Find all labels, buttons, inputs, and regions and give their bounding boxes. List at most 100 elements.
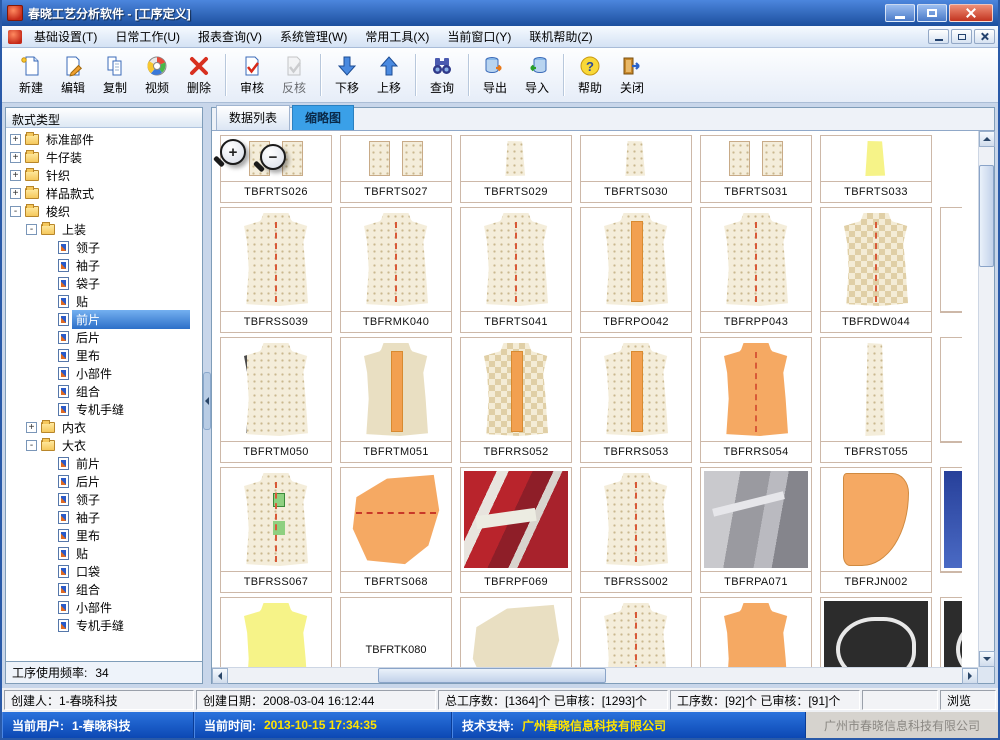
close-button[interactable] (949, 4, 993, 22)
toolbar-button-new[interactable]: 新建 (10, 51, 52, 99)
horizontal-scroll-track[interactable] (228, 668, 962, 683)
thumbnail-partial[interactable] (816, 595, 936, 667)
tree-item-前片[interactable]: 前片 (6, 310, 202, 328)
menu-item[interactable]: 基础设置(T) (25, 25, 106, 48)
expand-icon[interactable]: + (10, 134, 21, 145)
toolbar-button-search[interactable]: 查询 (421, 51, 463, 99)
thumbnail-TBFRTK080[interactable]: TBFRTK080 (336, 595, 456, 667)
thumbnail-TBFRTS029[interactable]: TBFRTS029 (456, 133, 576, 205)
collapse-icon[interactable]: - (10, 206, 21, 217)
tree-item-后片[interactable]: 后片 (6, 328, 202, 346)
tree-item-组合[interactable]: 组合 (6, 382, 202, 400)
tree-item-样品款式[interactable]: +样品款式 (6, 184, 202, 202)
thumbnail-TBFRTS068[interactable]: TBFRTS068 (336, 465, 456, 595)
thumbnail-TBFRPA071[interactable]: TBFRPA071 (696, 465, 816, 595)
scroll-left-button[interactable] (212, 668, 228, 684)
thumbnail-TBFRMK040[interactable]: TBFRMK040 (336, 205, 456, 335)
tree-item-里布[interactable]: 里布 (6, 526, 202, 544)
tree-item-后片[interactable]: 后片 (6, 472, 202, 490)
tree-item-大衣[interactable]: -大衣 (6, 436, 202, 454)
toolbar-button-video[interactable]: 视频 (136, 51, 178, 99)
collapse-icon[interactable]: - (26, 224, 37, 235)
thumbnail-partial[interactable] (936, 205, 962, 335)
tree-item-袖子[interactable]: 袖子 (6, 256, 202, 274)
thumbnail-TBFRSS039[interactable]: TBFRSS039 (216, 205, 336, 335)
minimize-button[interactable] (885, 4, 915, 22)
thumbnail-TBFRPO042[interactable]: TBFRPO042 (576, 205, 696, 335)
toolbar-button-close[interactable]: 关闭 (611, 51, 653, 99)
tree-item-贴[interactable]: 贴 (6, 292, 202, 310)
thumbnail-TBFRPP043[interactable]: TBFRPP043 (696, 205, 816, 335)
thumbnail-TBFRTS041[interactable]: TBFRTS041 (456, 205, 576, 335)
tree-item-专机手缝[interactable]: 专机手缝 (6, 616, 202, 634)
thumbnail-partial[interactable] (216, 595, 336, 667)
thumbnail-partial[interactable] (576, 595, 696, 667)
scroll-right-button[interactable] (962, 668, 978, 684)
tree-item-袋子[interactable]: 袋子 (6, 274, 202, 292)
scroll-up-button[interactable] (979, 131, 995, 147)
tree-item-领子[interactable]: 领子 (6, 490, 202, 508)
tree-item-专机手缝[interactable]: 专机手缝 (6, 400, 202, 418)
expand-icon[interactable]: + (10, 152, 21, 163)
collapse-icon[interactable]: - (26, 440, 37, 451)
tree-item-领子[interactable]: 领子 (6, 238, 202, 256)
toolbar-button-copy[interactable]: 复制 (94, 51, 136, 99)
vertical-scroll-track[interactable] (979, 147, 994, 651)
thumbnail-TBFRPF069[interactable]: TBFRPF069 (456, 465, 576, 595)
thumbnail-TBFRDW044[interactable]: TBFRDW044 (816, 205, 936, 335)
menu-item[interactable]: 联机帮助(Z) (520, 25, 601, 48)
tree-item-标准部件[interactable]: +标准部件 (6, 130, 202, 148)
tree-item-梭织[interactable]: -梭织 (6, 202, 202, 220)
toolbar-button-move-down[interactable]: 下移 (326, 51, 368, 99)
thumbnail-TBFRTS030[interactable]: TBFRTS030 (576, 133, 696, 205)
thumbnail-TBFRJN002[interactable]: TBFRJN002 (816, 465, 936, 595)
thumbnail-partial[interactable] (936, 595, 962, 667)
thumbnail-TBFRTM051[interactable]: TBFRTM051 (336, 335, 456, 465)
toolbar-button-export[interactable]: 导出 (474, 51, 516, 99)
thumbnail-TBFRTS033[interactable]: TBFRTS033 (816, 133, 936, 205)
toolbar-button-edit[interactable]: 编辑 (52, 51, 94, 99)
menu-item[interactable]: 当前窗口(Y) (438, 25, 520, 48)
menu-item[interactable]: 日常工作(U) (106, 25, 189, 48)
thumbnail-TBFRST055[interactable]: TBFRST055 (816, 335, 936, 465)
splitter[interactable] (203, 107, 211, 684)
toolbar-button-reverse-audit[interactable]: 反核 (273, 51, 315, 99)
toolbar-button-import[interactable]: 导入 (516, 51, 558, 99)
vertical-scroll-thumb[interactable] (979, 165, 994, 267)
thumbnail-TBFRTS027[interactable]: TBFRTS027 (336, 133, 456, 205)
toolbar-button-help[interactable]: ?帮助 (569, 51, 611, 99)
expand-icon[interactable]: + (26, 422, 37, 433)
tree-item-袖子[interactable]: 袖子 (6, 508, 202, 526)
thumbnail-TBFRTM050[interactable]: TBFRTM050 (216, 335, 336, 465)
menu-item[interactable]: 报表查询(V) (189, 25, 271, 48)
toolbar-button-audit[interactable]: 审核 (231, 51, 273, 99)
tree-item-里布[interactable]: 里布 (6, 346, 202, 364)
horizontal-scroll-thumb[interactable] (378, 668, 606, 683)
thumbnail-partial[interactable] (696, 595, 816, 667)
thumbnail-TBFRRS053[interactable]: TBFRRS053 (576, 335, 696, 465)
mdi-minimize-button[interactable] (928, 29, 949, 44)
thumbnail-partial[interactable] (456, 595, 576, 667)
menu-item[interactable]: 系统管理(W) (271, 25, 356, 48)
tree-item-口袋[interactable]: 口袋 (6, 562, 202, 580)
vertical-scrollbar[interactable] (978, 131, 994, 667)
tree-item-内衣[interactable]: +内衣 (6, 418, 202, 436)
menu-item[interactable]: 常用工具(X) (356, 25, 438, 48)
tree-item-牛仔装[interactable]: +牛仔装 (6, 148, 202, 166)
toolbar-button-move-up[interactable]: 上移 (368, 51, 410, 99)
tree-item-小部件[interactable]: 小部件 (6, 364, 202, 382)
collapse-sidebar-button[interactable] (203, 372, 211, 430)
thumbnail-TBFRSS067[interactable]: TBFRSS067 (216, 465, 336, 595)
expand-icon[interactable]: + (10, 170, 21, 181)
thumbnail-partial[interactable] (936, 465, 962, 595)
tab-data-list[interactable]: 数据列表 (216, 105, 290, 130)
restore-button[interactable] (917, 4, 947, 22)
thumbnail-partial[interactable] (936, 335, 962, 465)
horizontal-scrollbar[interactable] (212, 667, 978, 683)
thumbnail-TBFRTS031[interactable]: TBFRTS031 (696, 133, 816, 205)
thumbnail-TBFRRS054[interactable]: TBFRRS054 (696, 335, 816, 465)
thumbnail-TBFRSS002[interactable]: TBFRSS002 (576, 465, 696, 595)
expand-icon[interactable]: + (10, 188, 21, 199)
zoom-out-button[interactable]: − (260, 144, 286, 170)
tree-item-上装[interactable]: -上装 (6, 220, 202, 238)
